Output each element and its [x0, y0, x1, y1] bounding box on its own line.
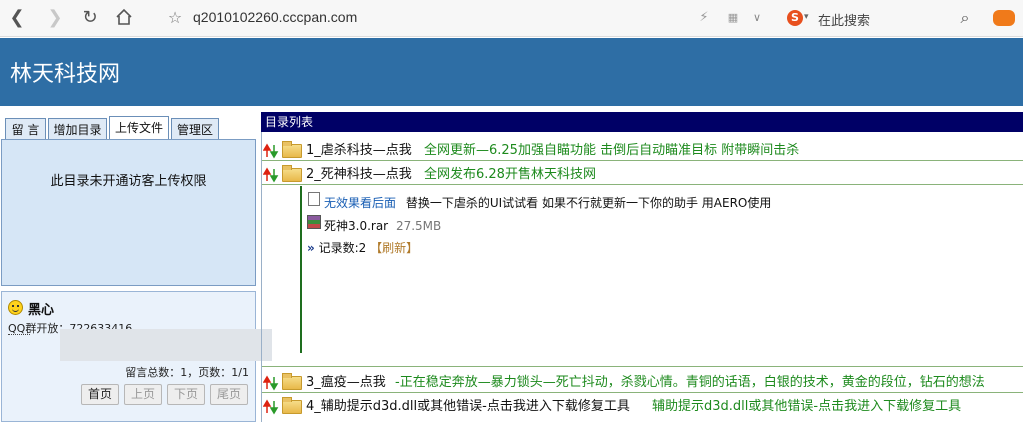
bookmark-star-icon[interactable]: ☆	[164, 7, 186, 29]
folder-icon	[282, 141, 302, 158]
row-divider	[262, 392, 1023, 393]
search-icon[interactable]: ⌕	[954, 7, 976, 29]
folder-icon	[282, 373, 302, 390]
directory-row[interactable]: 4_辅助提示d3d.dll或其他错误-点击我进入下载修复工具 辅助提示d3d.d…	[263, 397, 1023, 417]
message-author: 黑心	[28, 303, 55, 318]
search-engine-icon[interactable]: S	[787, 10, 803, 26]
rar-file-icon	[307, 215, 321, 229]
next-page-button[interactable]: 下页	[167, 384, 205, 405]
upload-permission-message: 此目录未开通访客上传权限	[50, 174, 207, 189]
folder-icon	[282, 165, 302, 182]
directory-row[interactable]: 3_瘟疫—点我 -正在稳定奔放—暴力锁头—死亡抖动，杀戮心情。青铜的话语，白银的…	[263, 373, 1023, 393]
directory-name[interactable]: 3_瘟疫—点我	[306, 373, 386, 393]
reload-icon[interactable]: ↻	[79, 7, 101, 29]
directory-description: 辅助提示d3d.dll或其他错误-点击我进入下载修复工具	[652, 399, 962, 414]
smiley-icon	[8, 300, 23, 315]
search-input[interactable]: 在此搜索	[818, 10, 870, 29]
file-row[interactable]: 无效果看后面 替换一下虐杀的UI试试看 如果不行就更新一下你的助手 用AERO使…	[324, 194, 771, 211]
directory-description: 全网更新—6.25加强自瞄功能 击倒后自动瞄准目标 附带瞬间击杀	[424, 143, 800, 158]
directory-name[interactable]: 4_辅助提示d3d.dll或其他错误-点击我进入下载修复工具	[306, 397, 630, 417]
first-page-button[interactable]: 首页	[81, 384, 119, 405]
file-name[interactable]: 死神3.0.rar	[324, 219, 388, 233]
row-divider	[262, 160, 1023, 161]
blurred-region	[60, 329, 272, 361]
file-note: 替换一下虐杀的UI试试看 如果不行就更新一下你的助手 用AERO使用	[405, 196, 772, 210]
tree-line	[300, 186, 302, 353]
last-page-button[interactable]: 尾页	[210, 384, 248, 405]
lightning-icon[interactable]: ⚡	[693, 7, 715, 29]
row-divider	[262, 184, 1023, 185]
sort-arrows-icon[interactable]	[263, 399, 279, 415]
chevron-down-icon[interactable]: ∨	[746, 7, 768, 29]
underline	[8, 334, 30, 335]
row-divider	[262, 366, 1023, 367]
file-icon	[308, 192, 320, 206]
sort-arrows-icon[interactable]	[263, 143, 279, 159]
guestbook-panel: 黑心 QQ群开放：722633416 留言总数：1，页数：1/1 首页 上页 下…	[1, 291, 272, 422]
file-row[interactable]: 死神3.0.rar 27.5MB	[324, 217, 441, 234]
refresh-link[interactable]: 【刷新】	[370, 241, 418, 255]
game-controller-icon[interactable]	[993, 10, 1015, 26]
sort-arrows-icon[interactable]	[263, 375, 279, 391]
directory-name[interactable]: 2_死神科技—点我	[306, 165, 412, 185]
address-bar[interactable]: q2010102260.cccpan.com	[193, 9, 357, 25]
upload-panel: 此目录未开通访客上传权限	[1, 139, 256, 286]
record-count-row: » 记录数:2 【刷新】	[307, 239, 418, 256]
file-size: 27.5MB	[395, 219, 442, 233]
folder-icon	[282, 397, 302, 414]
directory-list-header: 目录列表	[261, 112, 1023, 132]
browser-toolbar: ❮ ❯ ↻ ☆ q2010102260.cccpan.com ⚡ ▦ ∨ S ▾…	[0, 0, 1023, 37]
directory-description: -正在稳定奔放—暴力锁头—死亡抖动，杀戮心情。青铜的话语，白银的技术，黄金的段位…	[395, 375, 985, 390]
site-title: 林天科技网	[10, 62, 121, 87]
site-header: 林天科技网	[0, 38, 1023, 106]
sort-arrows-icon[interactable]	[263, 167, 279, 183]
double-chevron-icon: »	[307, 241, 315, 255]
engine-dropdown-icon[interactable]: ▾	[804, 12, 809, 22]
back-icon[interactable]: ❮	[6, 7, 28, 29]
directory-description: 全网发布6.28开售林天科技网	[424, 167, 596, 182]
prev-page-button[interactable]: 上页	[124, 384, 162, 405]
message-stats: 留言总数：1，页数：1/1	[125, 366, 249, 379]
forward-icon[interactable]: ❯	[44, 7, 66, 29]
qr-icon[interactable]: ▦	[722, 7, 744, 29]
file-name[interactable]: 无效果看后面	[324, 196, 396, 210]
home-icon[interactable]	[113, 7, 135, 29]
directory-name[interactable]: 1_虐杀科技—点我	[306, 141, 412, 161]
left-tabs: 留 言 增加目录 上传文件 管理区	[0, 112, 258, 143]
record-count: 记录数:2	[318, 241, 367, 255]
